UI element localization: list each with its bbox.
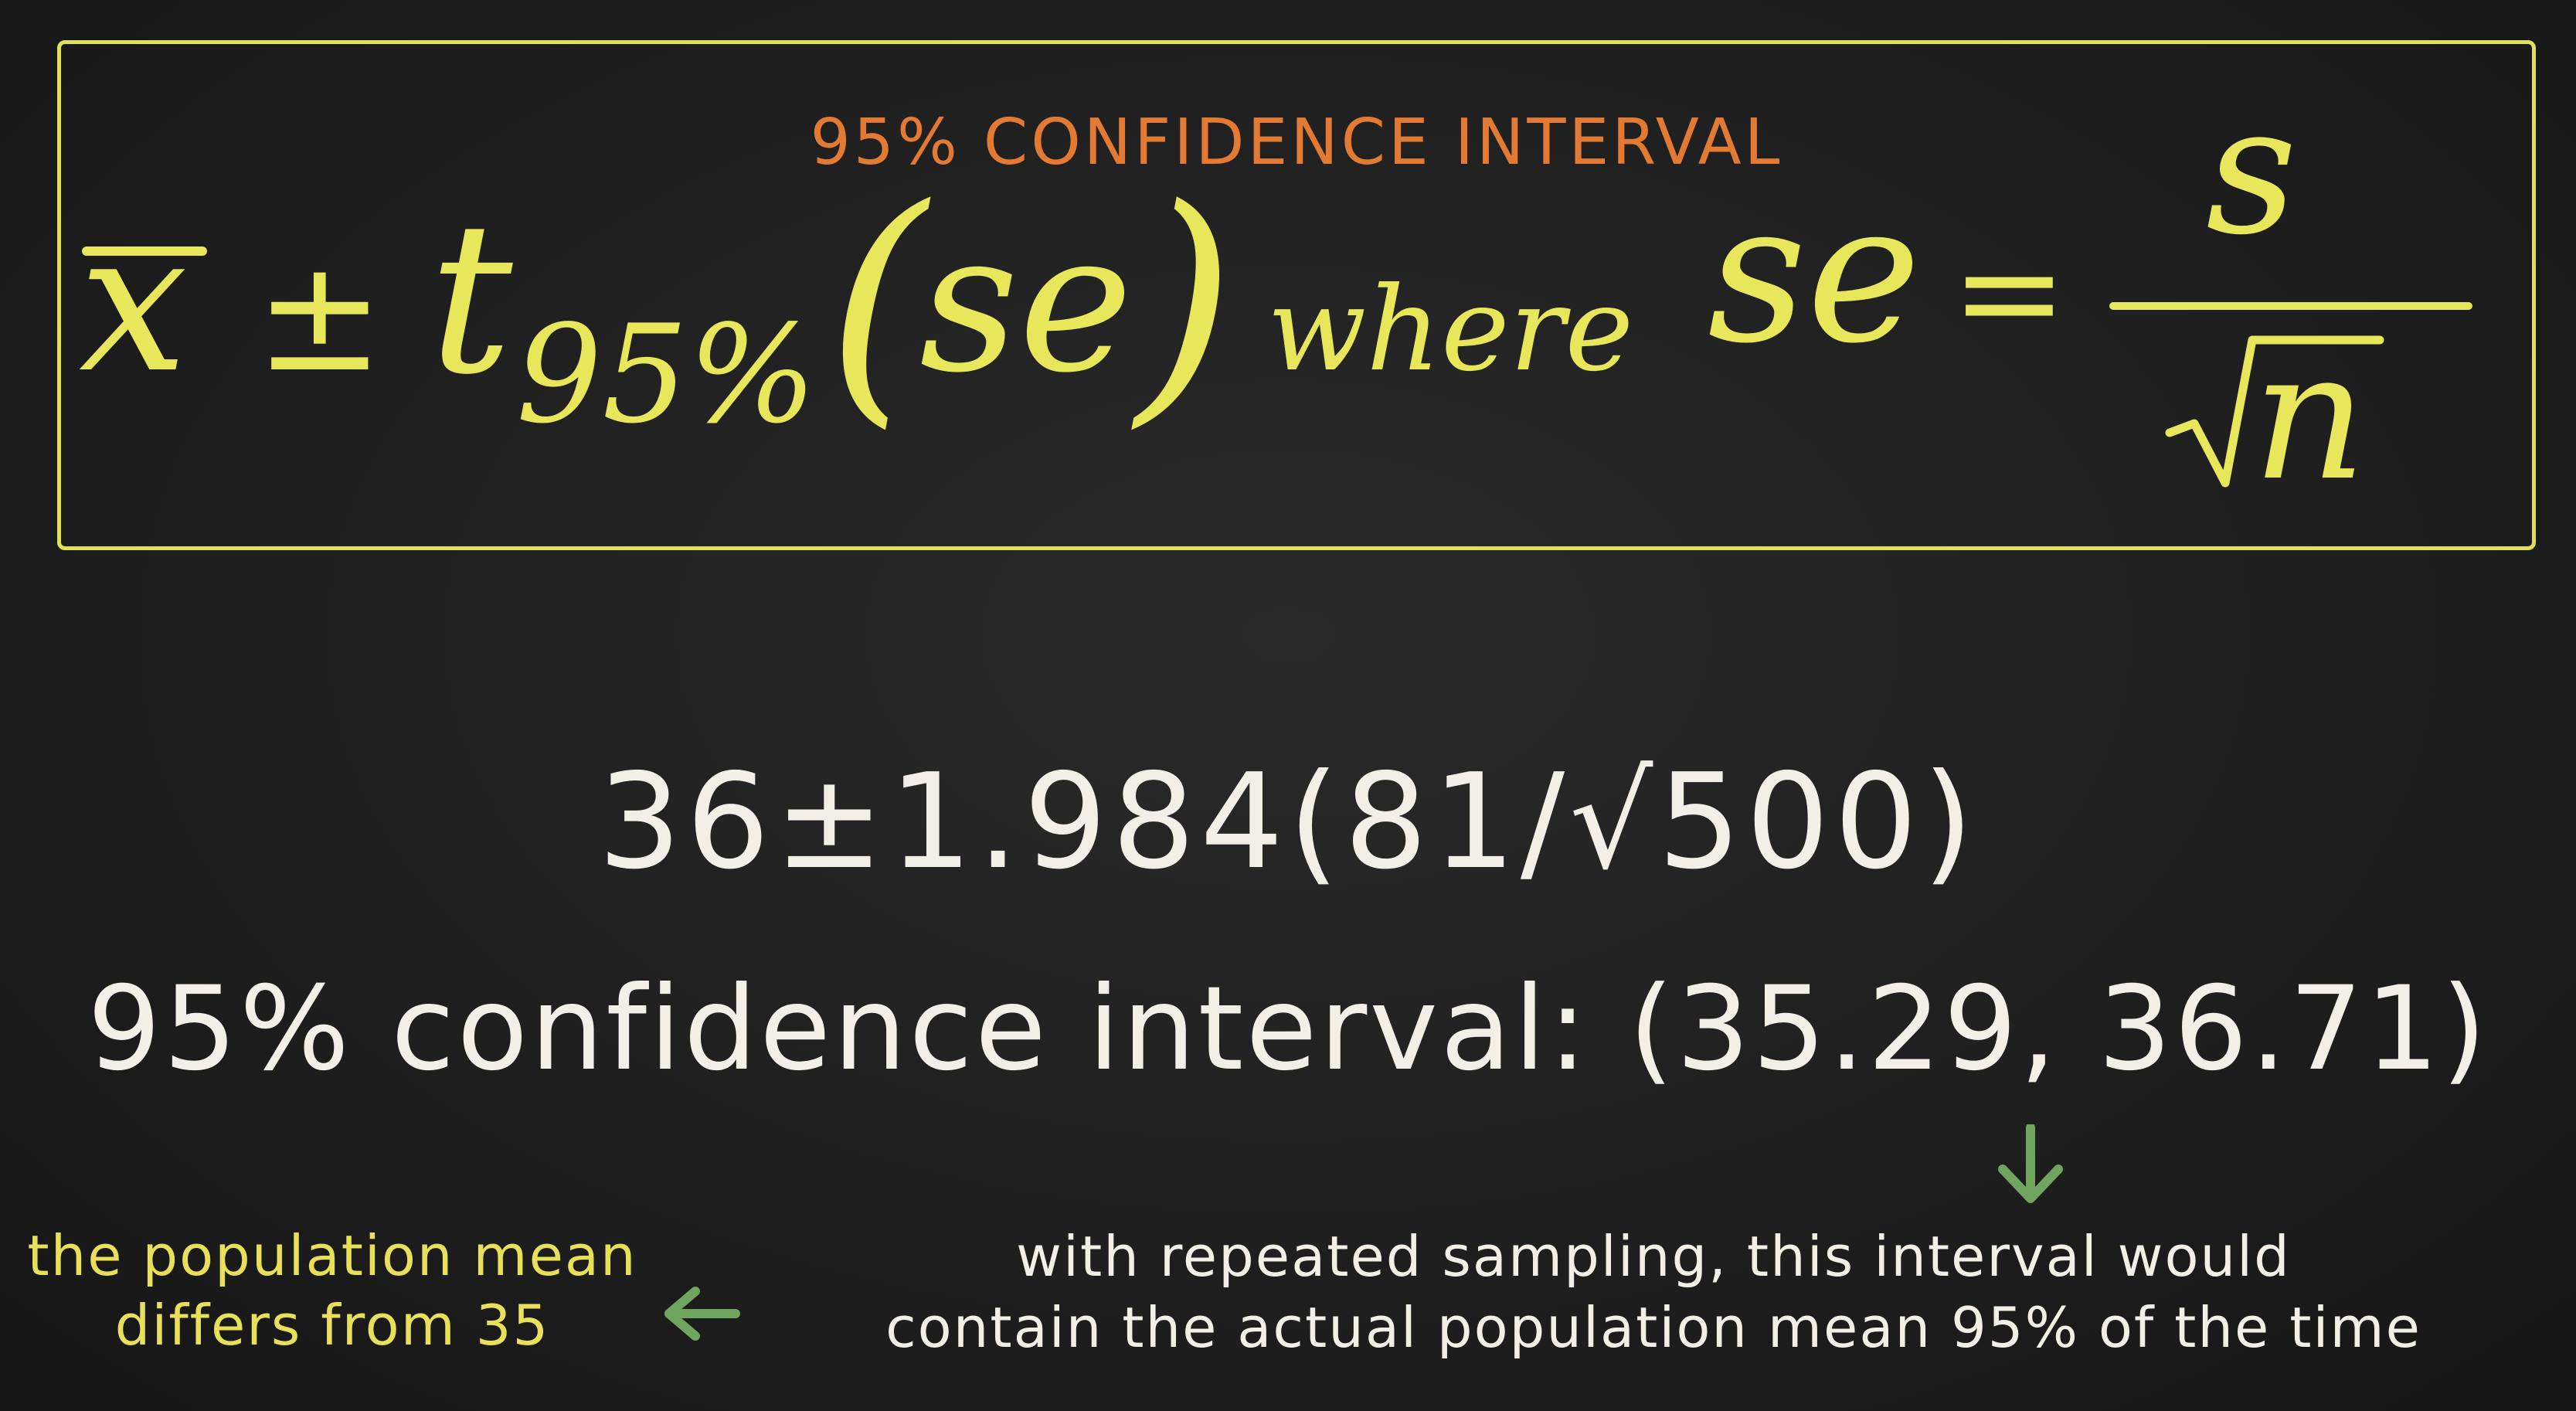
t-subscript: 95% bbox=[516, 297, 817, 454]
confidence-interval-result: 95% confidence interval: (35.29, 36.71) bbox=[87, 962, 2489, 1096]
where-word: where bbox=[1267, 263, 1633, 397]
computation-line: 36±1.984(81/√500) bbox=[597, 746, 1979, 899]
arrow-down-icon bbox=[1998, 1124, 2063, 1203]
plus-minus-symbol: ± bbox=[255, 226, 385, 406]
open-paren: ( bbox=[827, 154, 934, 450]
close-paren: ) bbox=[1128, 154, 1235, 450]
note-repeated-sampling: with repeated sampling, this interval wo… bbox=[738, 1221, 2569, 1363]
note-right-line1: with repeated sampling, this interval wo… bbox=[1016, 1224, 2291, 1289]
arrow-left-icon bbox=[664, 1287, 740, 1341]
note-left-line1: the population mean bbox=[27, 1223, 637, 1288]
fraction-numerator: s bbox=[2206, 68, 2297, 274]
se-inner: se bbox=[919, 190, 1133, 415]
note-left-line2: differs from 35 bbox=[114, 1293, 550, 1358]
fraction-denominator: n bbox=[2252, 314, 2367, 520]
se-lhs: se bbox=[1708, 161, 1921, 386]
note-right-line2: contain the actual population mean 95% o… bbox=[885, 1295, 2421, 1360]
equals-sign: = bbox=[1951, 212, 2068, 373]
t-symbol: t bbox=[429, 177, 514, 420]
x-bar-symbol: x bbox=[79, 190, 188, 415]
note-population-mean: the population mean differs from 35 bbox=[0, 1221, 664, 1360]
formula: x ± t 95% ( se ) where se = s n bbox=[79, 68, 2472, 520]
